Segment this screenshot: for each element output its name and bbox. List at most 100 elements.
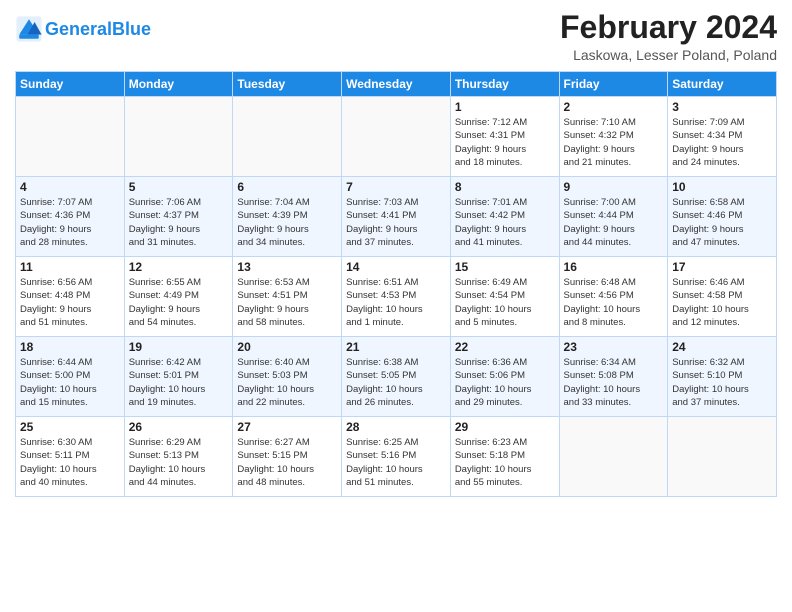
- day-number: 15: [455, 260, 555, 274]
- calendar-cell: 11 Sunrise: 6:56 AM Sunset: 4:48 PM Dayli…: [16, 257, 125, 337]
- day-number: 11: [20, 260, 120, 274]
- calendar-cell: 3Sunrise: 7:09 AM Sunset: 4:34 PM Daylig…: [668, 97, 777, 177]
- day-info: Sunrise: 6:38 AM Sunset: 5:05 PM Dayligh…: [346, 356, 446, 409]
- logo-text: GeneralBlue: [45, 19, 151, 40]
- calendar-cell: 28 Sunrise: 6:25 AM Sunset: 5:16 PM Dayli…: [342, 417, 451, 497]
- day-number: 18: [20, 340, 120, 354]
- calendar-cell: 10 Sunrise: 6:58 AM Sunset: 4:46 PM Dayli…: [668, 177, 777, 257]
- calendar-cell: 12 Sunrise: 6:55 AM Sunset: 4:49 PM Dayli…: [124, 257, 233, 337]
- day-info: Sunrise: 6:25 AM Sunset: 5:16 PM Dayligh…: [346, 436, 446, 489]
- calendar-cell: 13Sunrise: 6:53 AM Sunset: 4:51 PM Dayli…: [233, 257, 342, 337]
- day-info: Sunrise: 7:03 AM Sunset: 4:41 PM Dayligh…: [346, 196, 446, 249]
- day-number: 12: [129, 260, 229, 274]
- day-info: Sunrise: 6:48 AM Sunset: 4:56 PM Dayligh…: [564, 276, 664, 329]
- calendar-cell: [233, 97, 342, 177]
- calendar-week-4: 18 Sunrise: 6:44 AM Sunset: 5:00 PM Dayli…: [16, 337, 777, 417]
- day-number: 7: [346, 180, 446, 194]
- logo-blue: Blue: [112, 19, 151, 39]
- day-info: Sunrise: 6:27 AM Sunset: 5:15 PM Dayligh…: [237, 436, 337, 489]
- day-number: 22: [455, 340, 555, 354]
- calendar-cell: 1 Sunrise: 7:12 AM Sunset: 4:31 PM Daylig…: [450, 97, 559, 177]
- day-info: Sunrise: 6:44 AM Sunset: 5:00 PM Dayligh…: [20, 356, 120, 409]
- day-info: Sunrise: 7:12 AM Sunset: 4:31 PM Dayligh…: [455, 116, 555, 169]
- col-saturday: Saturday: [668, 72, 777, 97]
- calendar-cell: 27 Sunrise: 6:27 AM Sunset: 5:15 PM Dayli…: [233, 417, 342, 497]
- day-number: 27: [237, 420, 337, 434]
- calendar-table: Sunday Monday Tuesday Wednesday Thursday…: [15, 71, 777, 497]
- calendar-cell: 22 Sunrise: 6:36 AM Sunset: 5:06 PM Dayli…: [450, 337, 559, 417]
- day-info: Sunrise: 6:53 AM Sunset: 4:51 PM Dayligh…: [237, 276, 337, 329]
- calendar-cell: 9 Sunrise: 7:00 AM Sunset: 4:44 PM Daylig…: [559, 177, 668, 257]
- page: GeneralBlue February 2024 Laskowa, Lesse…: [0, 0, 792, 507]
- calendar-cell: 7 Sunrise: 7:03 AM Sunset: 4:41 PM Daylig…: [342, 177, 451, 257]
- col-friday: Friday: [559, 72, 668, 97]
- calendar-week-5: 25 Sunrise: 6:30 AM Sunset: 5:11 PM Dayli…: [16, 417, 777, 497]
- day-info: Sunrise: 6:36 AM Sunset: 5:06 PM Dayligh…: [455, 356, 555, 409]
- day-info: Sunrise: 6:56 AM Sunset: 4:48 PM Dayligh…: [20, 276, 120, 329]
- calendar-week-3: 11 Sunrise: 6:56 AM Sunset: 4:48 PM Dayli…: [16, 257, 777, 337]
- header-row: Sunday Monday Tuesday Wednesday Thursday…: [16, 72, 777, 97]
- calendar-week-2: 4 Sunrise: 7:07 AM Sunset: 4:36 PM Daylig…: [16, 177, 777, 257]
- day-number: 10: [672, 180, 772, 194]
- calendar-cell: 2Sunrise: 7:10 AM Sunset: 4:32 PM Daylig…: [559, 97, 668, 177]
- col-wednesday: Wednesday: [342, 72, 451, 97]
- day-number: 26: [129, 420, 229, 434]
- day-number: 19: [129, 340, 229, 354]
- calendar-cell: 4 Sunrise: 7:07 AM Sunset: 4:36 PM Daylig…: [16, 177, 125, 257]
- calendar-cell: [342, 97, 451, 177]
- day-number: 29: [455, 420, 555, 434]
- day-info: Sunrise: 7:09 AM Sunset: 4:34 PM Dayligh…: [672, 116, 772, 169]
- calendar-cell: 17 Sunrise: 6:46 AM Sunset: 4:58 PM Dayli…: [668, 257, 777, 337]
- col-monday: Monday: [124, 72, 233, 97]
- calendar-cell: 15 Sunrise: 6:49 AM Sunset: 4:54 PM Dayli…: [450, 257, 559, 337]
- logo: GeneralBlue: [15, 15, 151, 43]
- calendar-cell: [668, 417, 777, 497]
- calendar-cell: 14 Sunrise: 6:51 AM Sunset: 4:53 PM Dayli…: [342, 257, 451, 337]
- header: GeneralBlue February 2024 Laskowa, Lesse…: [15, 10, 777, 63]
- day-info: Sunrise: 6:42 AM Sunset: 5:01 PM Dayligh…: [129, 356, 229, 409]
- calendar-cell: 19 Sunrise: 6:42 AM Sunset: 5:01 PM Dayli…: [124, 337, 233, 417]
- day-info: Sunrise: 6:32 AM Sunset: 5:10 PM Dayligh…: [672, 356, 772, 409]
- calendar-week-1: 1 Sunrise: 7:12 AM Sunset: 4:31 PM Daylig…: [16, 97, 777, 177]
- day-number: 9: [564, 180, 664, 194]
- day-info: Sunrise: 6:23 AM Sunset: 5:18 PM Dayligh…: [455, 436, 555, 489]
- day-number: 5: [129, 180, 229, 194]
- location: Laskowa, Lesser Poland, Poland: [560, 47, 777, 63]
- title-block: February 2024 Laskowa, Lesser Poland, Po…: [560, 10, 777, 63]
- day-number: 2: [564, 100, 664, 114]
- day-info: Sunrise: 6:58 AM Sunset: 4:46 PM Dayligh…: [672, 196, 772, 249]
- month-title: February 2024: [560, 10, 777, 45]
- col-sunday: Sunday: [16, 72, 125, 97]
- day-number: 4: [20, 180, 120, 194]
- day-number: 23: [564, 340, 664, 354]
- day-number: 17: [672, 260, 772, 274]
- calendar-cell: 21 Sunrise: 6:38 AM Sunset: 5:05 PM Dayli…: [342, 337, 451, 417]
- day-number: 24: [672, 340, 772, 354]
- calendar-cell: 25 Sunrise: 6:30 AM Sunset: 5:11 PM Dayli…: [16, 417, 125, 497]
- day-number: 1: [455, 100, 555, 114]
- day-number: 25: [20, 420, 120, 434]
- logo-icon: [15, 15, 43, 43]
- calendar-cell: [16, 97, 125, 177]
- day-number: 6: [237, 180, 337, 194]
- calendar-cell: 8Sunrise: 7:01 AM Sunset: 4:42 PM Daylig…: [450, 177, 559, 257]
- day-number: 14: [346, 260, 446, 274]
- day-info: Sunrise: 6:46 AM Sunset: 4:58 PM Dayligh…: [672, 276, 772, 329]
- day-number: 21: [346, 340, 446, 354]
- day-info: Sunrise: 6:30 AM Sunset: 5:11 PM Dayligh…: [20, 436, 120, 489]
- calendar-cell: 16Sunrise: 6:48 AM Sunset: 4:56 PM Dayli…: [559, 257, 668, 337]
- day-info: Sunrise: 6:49 AM Sunset: 4:54 PM Dayligh…: [455, 276, 555, 329]
- calendar-cell: [124, 97, 233, 177]
- calendar-cell: 24 Sunrise: 6:32 AM Sunset: 5:10 PM Dayli…: [668, 337, 777, 417]
- day-info: Sunrise: 6:40 AM Sunset: 5:03 PM Dayligh…: [237, 356, 337, 409]
- day-info: Sunrise: 7:00 AM Sunset: 4:44 PM Dayligh…: [564, 196, 664, 249]
- day-number: 28: [346, 420, 446, 434]
- calendar-cell: 26Sunrise: 6:29 AM Sunset: 5:13 PM Dayli…: [124, 417, 233, 497]
- day-info: Sunrise: 7:07 AM Sunset: 4:36 PM Dayligh…: [20, 196, 120, 249]
- day-info: Sunrise: 6:51 AM Sunset: 4:53 PM Dayligh…: [346, 276, 446, 329]
- logo-general: General: [45, 19, 112, 39]
- day-info: Sunrise: 6:55 AM Sunset: 4:49 PM Dayligh…: [129, 276, 229, 329]
- col-tuesday: Tuesday: [233, 72, 342, 97]
- day-info: Sunrise: 7:06 AM Sunset: 4:37 PM Dayligh…: [129, 196, 229, 249]
- calendar-cell: 18 Sunrise: 6:44 AM Sunset: 5:00 PM Dayli…: [16, 337, 125, 417]
